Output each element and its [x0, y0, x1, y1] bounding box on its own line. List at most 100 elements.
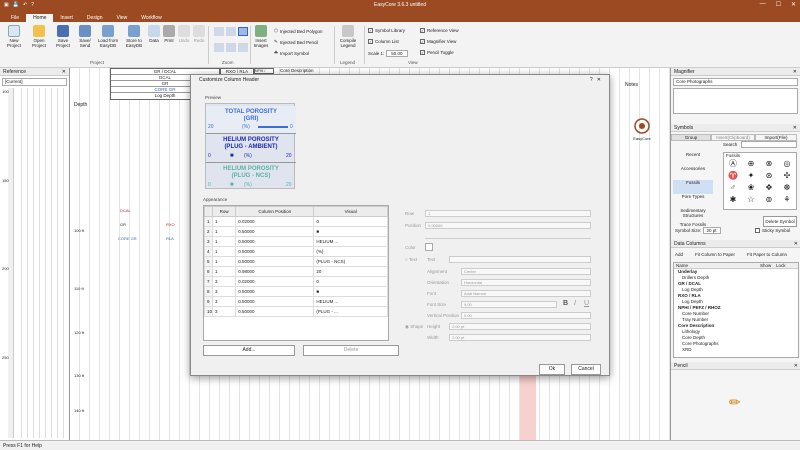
underline-button[interactable]: U — [584, 300, 589, 307]
insert-images-button[interactable]: Insert Images — [252, 25, 270, 48]
zoom-in-icon[interactable] — [226, 27, 236, 36]
grid-row[interactable]: 8 3 0.50000 ■ — [204, 286, 388, 297]
symbol-group-pore-types[interactable]: Pore Types — [673, 194, 713, 208]
symbol-library-toggle[interactable]: ✓ Symbol Library — [368, 28, 405, 33]
zoom-fit-icon[interactable] — [214, 43, 224, 52]
zoom-out-icon[interactable] — [226, 43, 236, 52]
redo-button[interactable]: Redo — [192, 25, 206, 43]
prop-alignment-select[interactable]: Center — [461, 268, 591, 275]
fossil-symbol-icon[interactable]: ✥ — [760, 182, 778, 194]
grid-row[interactable]: 10 3 0.50000 (PLUG - ... — [204, 306, 388, 317]
fossil-symbol-icon[interactable]: ❀ — [742, 182, 760, 194]
panel-close-icon[interactable]: ✕ — [794, 241, 798, 247]
menu-file[interactable]: File — [4, 14, 26, 22]
sticky-symbol-toggle[interactable]: Sticky Symbol — [755, 228, 790, 233]
print-button[interactable]: Print — [162, 25, 176, 43]
menu-view[interactable]: View — [110, 14, 135, 22]
fossil-symbol-icon[interactable]: Ⓐ — [724, 158, 742, 170]
symbol-group-accessories[interactable]: Accessories — [673, 166, 713, 180]
grid-row[interactable]: 6 1 0.98000 20 — [204, 266, 388, 277]
panel-close-icon[interactable]: ✕ — [62, 69, 66, 75]
grid-row[interactable]: 4 1 0.50000 (%) — [204, 246, 388, 257]
fossil-symbol-icon[interactable]: ⊕ — [742, 158, 760, 170]
symbol-search-input[interactable] — [741, 141, 797, 148]
data-button[interactable]: Data — [147, 25, 161, 43]
prop-font-select[interactable]: Arial Narrow — [461, 290, 591, 297]
fossil-symbol-icon[interactable]: ☆ — [742, 194, 760, 206]
pencil-toggle[interactable]: ✓ Pencil Toggle — [420, 50, 454, 55]
new-project-button[interactable]: New Project — [4, 25, 24, 48]
reference-view-toggle[interactable]: ✓ Reference View — [420, 28, 459, 33]
open-project-button[interactable]: Open Project — [28, 25, 50, 48]
reference-combo[interactable]: [Current] — [2, 78, 67, 86]
prop-font-size-field[interactable]: 9.00 — [461, 301, 557, 308]
grid-row[interactable]: 3 1 0.50000 HELIUM ... — [204, 236, 388, 247]
fossil-symbol-icon[interactable]: ✱ — [724, 194, 742, 206]
prop-position-field[interactable]: 0.00000 — [425, 222, 591, 229]
header-core-description[interactable]: Core Description — [280, 68, 314, 73]
fossil-symbol-icon[interactable]: ◎ — [778, 158, 796, 170]
symbol-group-fossils[interactable]: Fossils — [673, 180, 713, 194]
grid-row[interactable]: 9 3 0.50000 HELIUM ... — [204, 296, 388, 307]
fossil-symbol-icon[interactable]: ✣ — [778, 170, 796, 182]
menu-design[interactable]: Design — [80, 14, 110, 22]
dialog-help-button[interactable]: ? — [590, 77, 593, 83]
symbol-group-sedimentary[interactable]: Sedimentary Structures — [673, 208, 713, 222]
maximize-button[interactable]: ☐ — [776, 1, 781, 8]
delete-item-button[interactable]: Delete — [303, 345, 399, 356]
menu-insert[interactable]: Insert — [53, 14, 80, 22]
save-project-button[interactable]: Save Project — [53, 25, 73, 48]
import-symbol-button[interactable]: ☘ Import Symbol — [274, 50, 309, 56]
injected-bed-pencil-button[interactable]: ✎ Injected Bed Pencil — [274, 39, 318, 45]
dialog-close-button[interactable]: ✕ — [597, 77, 601, 83]
fit-paper-to-column-button[interactable]: Fit Paper to Column — [747, 252, 787, 257]
compile-legend-button[interactable]: Compile Legend — [337, 25, 359, 48]
prop-width-field[interactable]: 2.00 pt — [449, 334, 591, 341]
grid-row[interactable]: 1 1 0.02000 0 — [204, 216, 388, 227]
injected-bed-polygon-button[interactable]: ⬠ Injected Bed Polygon — [274, 28, 322, 34]
shape-radio[interactable]: ◉ Shape — [405, 324, 423, 330]
cancel-button[interactable]: Cancel — [571, 364, 601, 375]
bold-button[interactable]: B — [563, 300, 568, 307]
add-column-button[interactable]: Add — [675, 252, 683, 257]
fossil-symbol-icon[interactable]: ⊗ — [760, 158, 778, 170]
prop-orientation-select[interactable]: Horizontal — [461, 279, 591, 286]
fossil-symbol-icon[interactable]: ⚘ — [778, 194, 796, 206]
column-list-toggle[interactable]: ✓ Column List — [368, 39, 399, 44]
prop-position-slider[interactable] — [425, 233, 591, 239]
minimize-button[interactable]: — — [760, 1, 766, 8]
fossil-symbol-icon[interactable]: ⊚ — [760, 194, 778, 206]
add-item-button[interactable]: Add... — [203, 345, 295, 356]
menu-home[interactable]: Home — [26, 14, 54, 22]
load-from-easydb-button[interactable]: Load from EasyDB — [96, 25, 120, 48]
prop-text-field[interactable] — [449, 256, 591, 263]
reference-thumbnail[interactable] — [16, 88, 66, 438]
zoom-page-icon[interactable] — [238, 43, 248, 52]
fossil-symbol-icon[interactable]: ☸ — [778, 182, 796, 194]
symbol-group-recent[interactable]: Recent — [673, 152, 713, 166]
fossil-symbol-icon[interactable]: ✦ — [742, 170, 760, 182]
grid-row[interactable]: 7 3 0.02000 0 — [204, 276, 388, 287]
italic-button[interactable]: I — [574, 300, 576, 307]
menu-workflow[interactable]: Workflow — [134, 14, 168, 22]
zoom-select-icon[interactable] — [238, 27, 248, 36]
magnifier-view-toggle[interactable]: ✓ Magnifier View — [420, 39, 456, 44]
tab-group[interactable]: Group — [671, 134, 711, 141]
prop-height-field[interactable]: 2.00 pt — [449, 323, 591, 330]
undo-button[interactable]: Undo — [177, 25, 191, 43]
magnifier-combo[interactable]: Core Photographs — [673, 78, 798, 86]
ok-button[interactable]: Ok — [539, 364, 565, 375]
text-radio[interactable]: ○ Text — [405, 257, 417, 262]
panel-close-icon[interactable]: ✕ — [793, 69, 797, 75]
delete-symbol-button[interactable]: Delete Symbol — [763, 216, 797, 227]
tab-insert-clipboard[interactable]: Insert(Clipboard) — [711, 134, 755, 141]
fit-column-to-paper-button[interactable]: Fit Column to Paper — [695, 252, 735, 257]
symbol-size-input[interactable]: 20 pt — [702, 227, 721, 234]
pencil-icon[interactable]: ✏ — [729, 394, 741, 411]
panel-close-icon[interactable]: ✕ — [794, 363, 798, 369]
tab-import-file[interactable]: Import(File) — [755, 134, 797, 141]
grid-row[interactable]: 5 1 0.50000 (PLUG - NCS) — [204, 256, 388, 267]
store-to-easydb-button[interactable]: Store to EasyDB — [122, 25, 146, 48]
header-items-grid[interactable]: Row Column Position Visual 1 1 0.02000 0 2 1 0.5… — [203, 205, 389, 341]
header-notes[interactable]: Notes — [625, 82, 638, 88]
